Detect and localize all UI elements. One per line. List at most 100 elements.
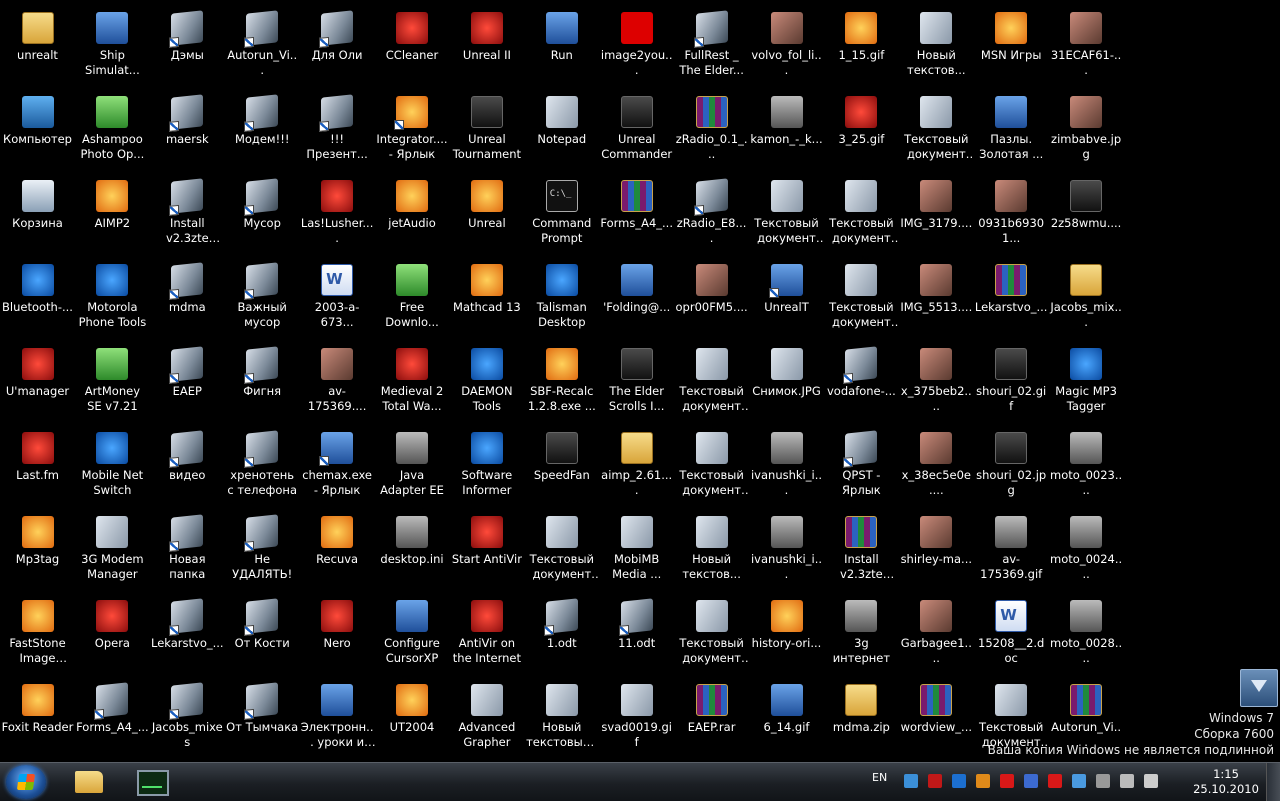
desktop-icon[interactable]: Integrator.... - Ярлык <box>375 90 450 174</box>
desktop-icon[interactable]: 0931b69301... <box>974 174 1049 258</box>
clock[interactable]: 1:15 25.10.2010 <box>1190 767 1262 797</box>
desktop-icon[interactable]: Configure CursorXP <box>375 594 450 678</box>
desktop-icon[interactable]: CCleaner <box>375 6 450 90</box>
desktop-icon[interactable]: 31ECAF61-... <box>1049 6 1124 90</box>
desktop-icon[interactable]: 6_14.gif <box>749 678 824 762</box>
desktop-icon[interactable]: wordview_... <box>899 678 974 762</box>
desktop-icon[interactable]: Start AntiVir <box>449 510 524 594</box>
desktop-icon[interactable]: Lekarstvo_... <box>974 258 1049 342</box>
desktop-icon[interactable]: Текстовый документ ... <box>674 426 749 510</box>
desktop-icon[interactable]: Recuva <box>300 510 375 594</box>
desktop-icon[interactable]: Nero <box>300 594 375 678</box>
desktop-icon[interactable]: 'Folding@... <box>599 258 674 342</box>
desktop-icon[interactable]: image2you... <box>599 6 674 90</box>
desktop-icon[interactable]: volvo_fol_li... <box>749 6 824 90</box>
desktop-icon[interactable]: 1.odt <box>524 594 599 678</box>
desktop-icon[interactable]: FastStone Image Viewer <box>0 594 75 678</box>
desktop-icon[interactable]: x_375beb2.... <box>899 342 974 426</box>
language-indicator[interactable]: EN <box>872 771 887 784</box>
desktop-icon[interactable]: 3G Modem Manager <box>75 510 150 594</box>
flag-icon[interactable] <box>1096 774 1110 788</box>
desktop-icon[interactable]: 3_25.gif <box>824 90 899 174</box>
quicktime-icon[interactable] <box>1024 774 1038 788</box>
desktop-icon[interactable]: Текстовый документ ... <box>749 174 824 258</box>
desktop-icon[interactable]: moto_0023.... <box>1049 426 1124 510</box>
desktop-icon[interactable]: aimp_2.61.... <box>599 426 674 510</box>
desktop-icon[interactable]: chemax.exe - Ярлык <box>300 426 375 510</box>
desktop-icon[interactable]: 3g интернет <box>824 594 899 678</box>
desktop-icon[interactable]: хренотень с телефона <box>225 426 300 510</box>
desktop-icon[interactable]: Forms_A4_... <box>75 678 150 762</box>
desktop-icon[interactable]: Ashampoo Photo Op... <box>75 90 150 174</box>
desktop-icon[interactable]: Medieval 2 Total Wa... <box>375 342 450 426</box>
desktop-icon[interactable]: Mp3tag <box>0 510 75 594</box>
desktop-icon[interactable]: Unreal II <box>449 6 524 90</box>
desktop-icon[interactable]: Фигня <box>225 342 300 426</box>
desktop-icon[interactable]: shirley-ma... <box>899 510 974 594</box>
antivir-icon[interactable] <box>1048 774 1062 788</box>
desktop-icon[interactable]: jetAudio <box>375 174 450 258</box>
desktop-icon[interactable]: Unreal Commander <box>599 90 674 174</box>
desktop-icon[interactable]: Текстовый документ ... <box>674 342 749 426</box>
desktop-icon[interactable]: видео <box>150 426 225 510</box>
desktop-icon[interactable]: Текстовый документ ... <box>674 594 749 678</box>
desktop-icon[interactable]: svad0019.gif <box>599 678 674 762</box>
desktop-icon[interactable]: ivanushki_i... <box>749 426 824 510</box>
desktop-icon[interactable]: Текстовый документ ... <box>524 510 599 594</box>
desktop-icon[interactable]: 2003-a-673... <box>300 258 375 342</box>
desktop-icon[interactable]: MSN Игры <box>974 6 1049 90</box>
desktop-icon[interactable]: Jacobs_mixes <box>150 678 225 762</box>
bluetooth-icon[interactable] <box>952 774 966 788</box>
action-center-icon[interactable] <box>1120 774 1134 788</box>
desktop-icon[interactable]: Foxit Reader <box>0 678 75 762</box>
desktop-icon[interactable]: IMG_5513.... <box>899 258 974 342</box>
desktop-icon[interactable]: zRadio_0.1_... <box>674 90 749 174</box>
desktop-icon[interactable]: Notepad <box>524 90 599 174</box>
desktop-icon[interactable]: Java Adapter EE <box>375 426 450 510</box>
desktop-icon[interactable]: EAEP.rar <box>674 678 749 762</box>
desktop-icon[interactable]: Opera <box>75 594 150 678</box>
ati-icon[interactable] <box>1000 774 1014 788</box>
volume-icon[interactable] <box>1144 774 1158 788</box>
desktop-icon[interactable]: Модем!!! <box>225 90 300 174</box>
desktop-icon[interactable]: SpeedFan <box>524 426 599 510</box>
desktop-icon[interactable]: Ship Simulat... <box>75 6 150 90</box>
desktop-icon[interactable]: UT2004 <box>375 678 450 762</box>
desktop-icon[interactable]: x_38ec5e0e.... <box>899 426 974 510</box>
desktop-icon[interactable]: Jacobs_mix... <box>1049 258 1124 342</box>
desktop-icon[interactable]: Autorun_Vi... <box>225 6 300 90</box>
desktop-icon[interactable]: Talisman Desktop <box>524 258 599 342</box>
desktop-icon[interactable]: UnrealT <box>749 258 824 342</box>
desktop-icon[interactable]: The Elder Scrolls I... <box>599 342 674 426</box>
desktop-icon[interactable]: zimbabve.jpg <box>1049 90 1124 174</box>
desktop-icon[interactable]: av-175369.... <box>300 342 375 426</box>
desktop-icon[interactable]: Текстовый документ ... <box>824 258 899 342</box>
desktop-icon[interactable]: IMG_3179.... <box>899 174 974 258</box>
hardware-icon[interactable] <box>1072 774 1086 788</box>
desktop-icon[interactable]: opr00FM5.... <box>674 258 749 342</box>
desktop-icon[interactable]: Новый текстов... <box>674 510 749 594</box>
desktop-icon[interactable]: Пазлы. Золотая ... <box>974 90 1049 174</box>
desktop-icon[interactable]: Текстовый документ ... <box>824 174 899 258</box>
desktop-icon[interactable]: Мусор <box>225 174 300 258</box>
desktop-icon[interactable]: Install v2.3zte MF626 <box>150 174 225 258</box>
download-arrow-icon[interactable] <box>1240 669 1278 707</box>
desktop-icon[interactable]: AIMP2 <box>75 174 150 258</box>
desktop-icon[interactable]: Дэмы <box>150 6 225 90</box>
desktop-icon[interactable]: Run <box>524 6 599 90</box>
desktop-icon[interactable]: desktop.ini <box>375 510 450 594</box>
desktop-icon[interactable]: 15208__2.doc <box>974 594 1049 678</box>
desktop-icon[interactable]: Mobile Net Switch <box>75 426 150 510</box>
desktop-icon[interactable]: shouri_02.gif <box>974 342 1049 426</box>
desktop-icon[interactable]: !!!Презент... <box>300 90 375 174</box>
desktop-icon[interactable]: history-ori... <box>749 594 824 678</box>
desktop-icon[interactable]: Motorola Phone Tools <box>75 258 150 342</box>
desktop-icon[interactable]: EAEP <box>150 342 225 426</box>
desktop-icon[interactable]: 11.odt <box>599 594 674 678</box>
desktop-icon[interactable]: Unreal <box>449 174 524 258</box>
desktop-icon[interactable]: Новая папка <box>150 510 225 594</box>
desktop-icon[interactable]: moto_0028.... <box>1049 594 1124 678</box>
desktop-icon[interactable]: Корзина <box>0 174 75 258</box>
desktop-icon[interactable]: Command Prompt <box>524 174 599 258</box>
desktop-icon[interactable]: Текстовый документ ... <box>899 90 974 174</box>
